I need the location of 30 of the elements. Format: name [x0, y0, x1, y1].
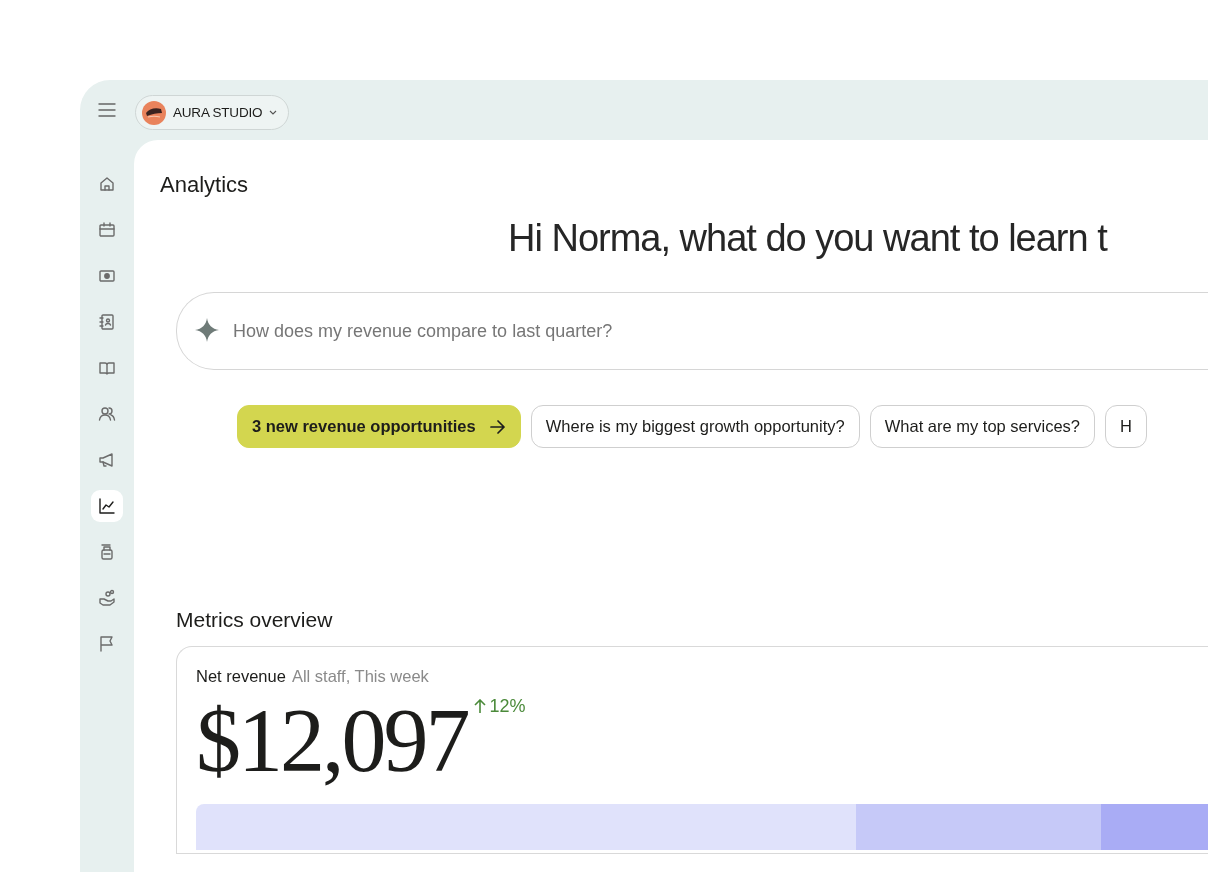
line-chart-icon	[98, 497, 116, 515]
suggestion-chip[interactable]: Where is my biggest growth opportunity?	[530, 405, 860, 448]
suggestion-chip[interactable]: What are my top services?	[869, 405, 1096, 448]
revenue-amount: $12,097	[196, 696, 468, 786]
workspace-switcher[interactable]: AURA STUDIO	[135, 95, 290, 130]
page-title: Analytics	[160, 172, 249, 198]
sparkle-icon	[194, 317, 220, 343]
search-field[interactable]: How does my revenue compare to last quarter?	[176, 292, 1208, 370]
greeting-heading: Hi Norma, what do you want to learn t	[508, 217, 1107, 260]
metric-filter: All staff, This week	[291, 667, 429, 686]
nav-item[interactable]	[91, 490, 123, 522]
bottle-icon	[98, 543, 116, 561]
opportunities-button[interactable]: 3 new revenue opportunities	[237, 405, 521, 448]
contact-book-icon	[98, 313, 116, 331]
arrow-right-icon	[489, 419, 506, 434]
flag-icon	[98, 635, 116, 653]
calendar-icon	[98, 221, 116, 239]
metric-label: Net revenue	[196, 667, 286, 686]
banknote-icon	[98, 267, 116, 285]
workspace-logo-icon	[142, 100, 166, 125]
menu-icon[interactable]	[98, 103, 116, 117]
people-icon	[98, 405, 116, 423]
suggestion-chip[interactable]: H	[1105, 405, 1147, 448]
home-icon	[98, 175, 116, 193]
book-icon	[98, 359, 116, 377]
change-percent: 12%	[489, 696, 526, 717]
hand-coins-icon	[98, 589, 116, 607]
megaphone-icon	[98, 451, 116, 469]
section-title: Metrics overview	[176, 608, 333, 632]
chevron-down-icon	[269, 110, 278, 115]
